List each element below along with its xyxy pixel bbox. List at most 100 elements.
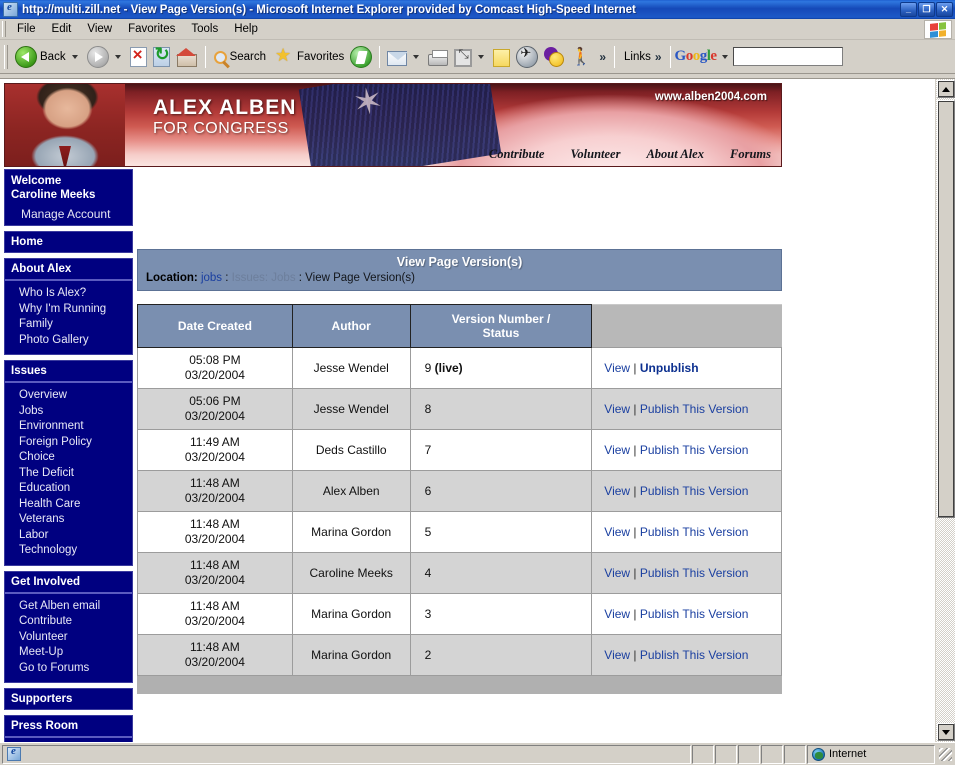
forward-dropdown-icon[interactable] xyxy=(115,55,121,59)
banner-nav-contribute[interactable]: Contribute xyxy=(489,147,545,162)
page-scrollbar-vertical[interactable] xyxy=(935,79,955,742)
close-button[interactable]: ✕ xyxy=(936,2,953,17)
mail-button[interactable] xyxy=(384,43,425,71)
sidebar-item-who-is-alex[interactable]: Who Is Alex? xyxy=(19,286,126,302)
forward-button[interactable] xyxy=(84,43,127,71)
scrollbar-thumb[interactable] xyxy=(937,100,955,518)
maximize-button[interactable]: ❐ xyxy=(918,2,935,17)
view-link[interactable]: View xyxy=(604,361,630,375)
view-link[interactable]: View xyxy=(604,648,630,662)
sidebar-heading-home[interactable]: Home xyxy=(5,232,132,252)
print-button[interactable] xyxy=(425,43,451,71)
column-header-author[interactable]: Author xyxy=(292,305,410,348)
google-dropdown-icon[interactable] xyxy=(722,55,728,59)
table-row[interactable]: 11:49 AM 03/20/2004 Deds Castillo 7 View… xyxy=(138,430,782,471)
sidebar-item-contribute[interactable]: Contribute xyxy=(19,614,126,630)
column-header-date-created[interactable]: Date Created xyxy=(138,305,293,348)
sidebar-heading-supporters[interactable]: Supporters xyxy=(5,689,132,709)
sidebar-item-why-im-running[interactable]: Why I'm Running xyxy=(19,302,126,318)
sidebar-heading-press-room[interactable]: Press Room xyxy=(5,716,132,736)
refresh-button[interactable] xyxy=(150,43,173,71)
toolbar-overflow-button[interactable]: » xyxy=(595,50,610,64)
yahoo-button[interactable] xyxy=(541,43,567,71)
banner-nav-volunteer[interactable]: Volunteer xyxy=(570,147,620,162)
publish-link[interactable]: Publish This Version xyxy=(640,402,749,416)
menu-grip[interactable] xyxy=(2,21,6,37)
sidebar-item-go-to-forums[interactable]: Go to Forums xyxy=(19,661,126,677)
minimize-button[interactable]: _ xyxy=(900,2,917,17)
links-bar-label[interactable]: Links xyxy=(619,51,651,63)
table-row[interactable]: 05:06 PM 03/20/2004 Jesse Wendel 8 View … xyxy=(138,389,782,430)
messenger-button[interactable] xyxy=(513,43,541,71)
menu-item-favorites[interactable]: Favorites xyxy=(120,21,183,37)
banner-nav-about-alex[interactable]: About Alex xyxy=(646,147,704,162)
edit-button[interactable] xyxy=(451,43,490,71)
sidebar-heading-about-alex[interactable]: About Alex xyxy=(5,259,132,279)
sidebar-item-meet-up[interactable]: Meet-Up xyxy=(19,645,126,661)
publish-link[interactable]: Publish This Version xyxy=(640,443,749,457)
security-zone-panel[interactable]: Internet xyxy=(807,745,935,764)
ie-app-icon[interactable] xyxy=(3,2,18,17)
mail-dropdown-icon[interactable] xyxy=(413,55,419,59)
sidebar-section-supporters[interactable]: Supporters xyxy=(4,688,133,710)
view-link[interactable]: View xyxy=(604,402,630,416)
view-link[interactable]: View xyxy=(604,484,630,498)
breadcrumb-link-jobs[interactable]: jobs xyxy=(201,272,222,284)
menu-item-file[interactable]: File xyxy=(9,21,44,37)
media-button[interactable] xyxy=(347,43,375,71)
publish-link[interactable]: Publish This Version xyxy=(640,607,749,621)
favorites-button[interactable]: ★ Favorites xyxy=(269,43,347,71)
sidebar-heading-get-involved[interactable]: Get Involved xyxy=(5,572,132,592)
sidebar-item-veterans[interactable]: Veterans xyxy=(19,512,126,528)
toolbar-grip[interactable] xyxy=(4,45,8,69)
view-link[interactable]: View xyxy=(604,566,630,580)
sidebar-item-the-deficit[interactable]: The Deficit xyxy=(19,466,126,482)
table-row[interactable]: 05:08 PM 03/20/2004 Jesse Wendel 9 (live… xyxy=(138,348,782,389)
publish-link[interactable]: Publish This Version xyxy=(640,648,749,662)
sidebar-item-labor[interactable]: Labor xyxy=(19,528,126,544)
back-button[interactable]: Back xyxy=(12,43,84,71)
sidebar-item-technology[interactable]: Technology xyxy=(19,543,126,559)
publish-link[interactable]: Publish This Version xyxy=(640,484,749,498)
menu-item-view[interactable]: View xyxy=(79,21,120,37)
table-row[interactable]: 11:48 AM 03/20/2004 Marina Gordon 5 View… xyxy=(138,512,782,553)
view-link[interactable]: View xyxy=(604,443,630,457)
banner-nav-forums[interactable]: Forums xyxy=(730,147,771,162)
edit-dropdown-icon[interactable] xyxy=(478,55,484,59)
walk-button[interactable]: 🚶 xyxy=(567,43,595,71)
publish-link[interactable]: Publish This Version xyxy=(640,525,749,539)
table-row[interactable]: 11:48 AM 03/20/2004 Alex Alben 6 View | … xyxy=(138,471,782,512)
scroll-up-button[interactable] xyxy=(937,80,955,98)
sidebar-item-volunteer[interactable]: Volunteer xyxy=(19,630,126,646)
sidebar-item-health-care[interactable]: Health Care xyxy=(19,497,126,513)
sidebar-item-education[interactable]: Education xyxy=(19,481,126,497)
sidebar-item-jobs[interactable]: Jobs xyxy=(19,404,126,420)
google-search-input[interactable] xyxy=(733,47,843,66)
menu-item-tools[interactable]: Tools xyxy=(183,21,226,37)
view-link[interactable]: View xyxy=(604,607,630,621)
table-row[interactable]: 11:48 AM 03/20/2004 Caroline Meeks 4 Vie… xyxy=(138,553,782,594)
sidebar-item-get-alben-email[interactable]: Get Alben email xyxy=(19,599,126,615)
sidebar-item-photo-gallery[interactable]: Photo Gallery xyxy=(19,333,126,349)
table-row[interactable]: 11:48 AM 03/20/2004 Marina Gordon 2 View… xyxy=(138,635,782,676)
sidebar-item-family[interactable]: Family xyxy=(19,317,126,333)
table-row[interactable]: 11:48 AM 03/20/2004 Marina Gordon 3 View… xyxy=(138,594,782,635)
stop-button[interactable] xyxy=(127,43,150,71)
unpublish-link[interactable]: Unpublish xyxy=(640,361,699,375)
sidebar-heading-issues[interactable]: Issues xyxy=(5,361,132,381)
publish-link[interactable]: Publish This Version xyxy=(640,566,749,580)
menu-item-help[interactable]: Help xyxy=(226,21,266,37)
notes-button[interactable] xyxy=(490,43,513,71)
sidebar-item-environment[interactable]: Environment xyxy=(19,419,126,435)
column-header-version[interactable]: Version Number / Status xyxy=(410,305,592,348)
search-button[interactable]: Search xyxy=(210,43,269,71)
sidebar-item-choice[interactable]: Choice xyxy=(19,450,126,466)
sidebar-item-foreign-policy[interactable]: Foreign Policy xyxy=(19,435,126,451)
sidebar-item-manage-account[interactable]: Manage Account xyxy=(5,207,132,225)
scroll-down-button[interactable] xyxy=(937,723,955,741)
sidebar-item-overview[interactable]: Overview xyxy=(19,388,126,404)
links-overflow-button[interactable]: » xyxy=(651,50,666,64)
menu-item-edit[interactable]: Edit xyxy=(44,21,80,37)
resize-grip[interactable] xyxy=(937,746,953,762)
back-dropdown-icon[interactable] xyxy=(72,55,78,59)
